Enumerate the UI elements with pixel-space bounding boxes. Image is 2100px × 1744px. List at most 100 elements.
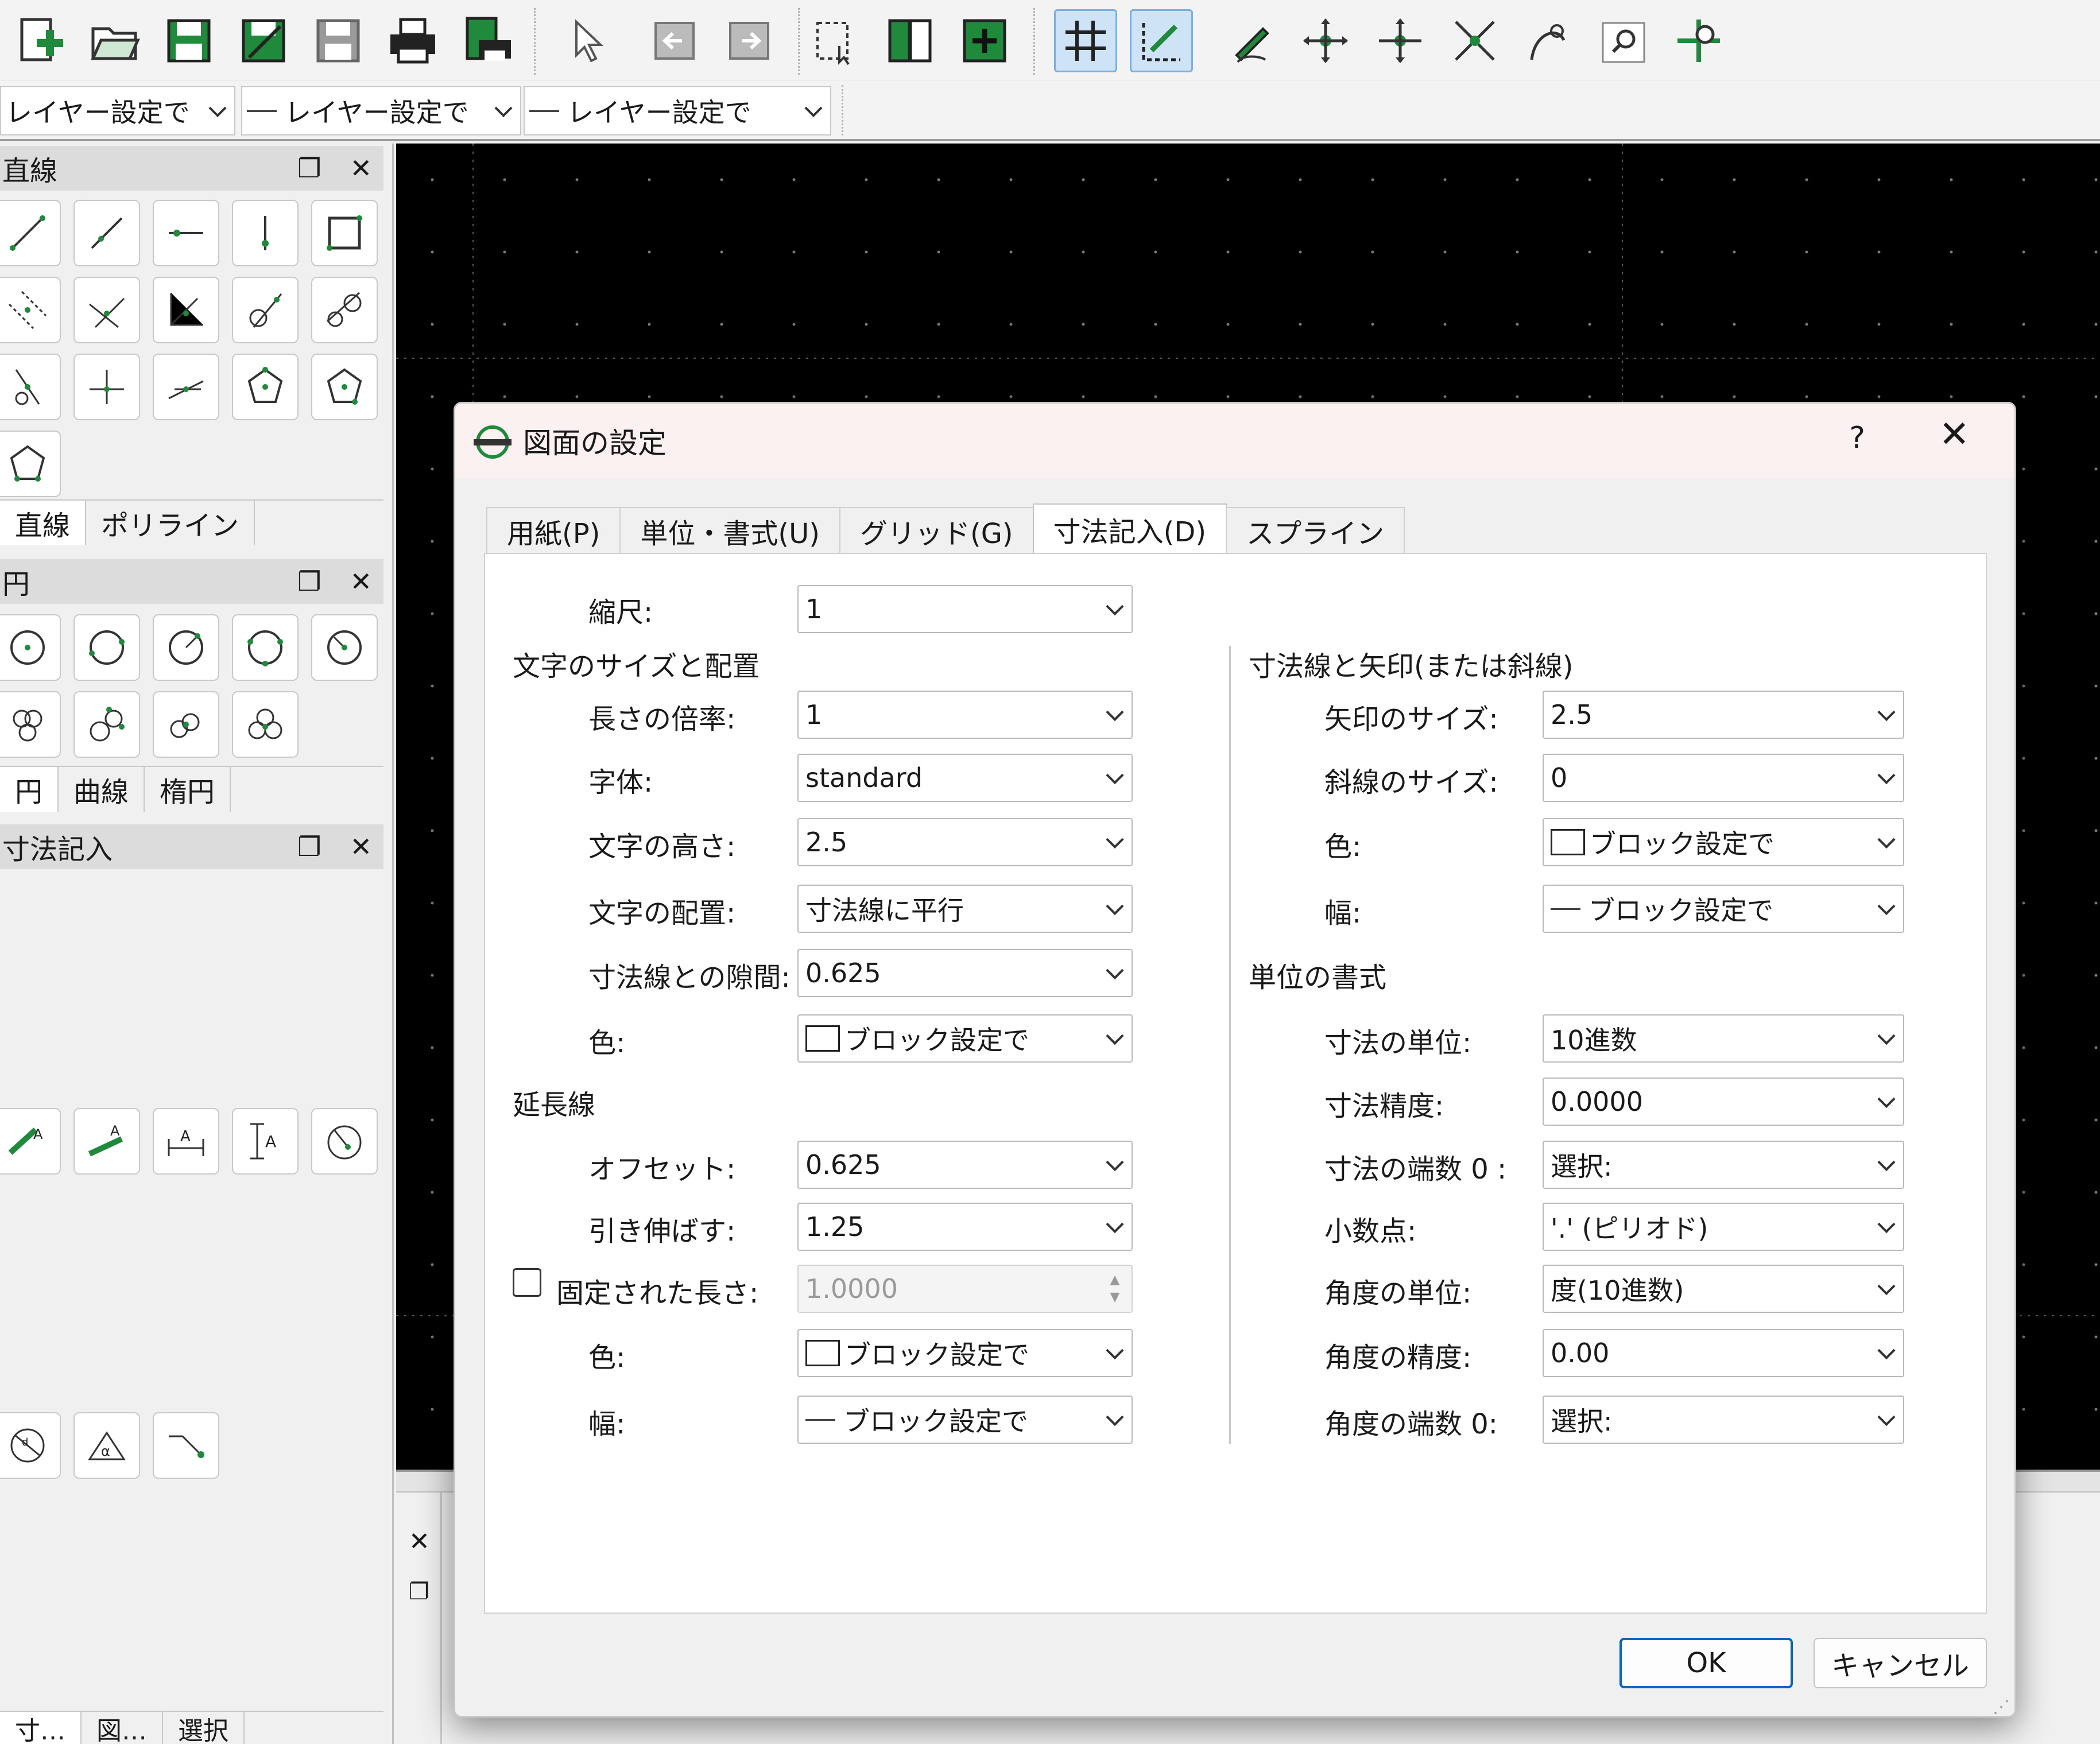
tool-polygon-corner-icon[interactable] <box>311 354 378 420</box>
tool-line-vertical-icon[interactable] <box>232 200 299 266</box>
offset-combo[interactable]: 0.625 <box>797 1141 1133 1189</box>
resize-grip-icon[interactable]: ⋰ <box>1993 1697 2010 1716</box>
font-combo[interactable]: standard <box>797 754 1133 802</box>
scale-icon[interactable] <box>1443 9 1506 72</box>
pen-icon[interactable] <box>1219 9 1283 72</box>
tool-polygon-2p-icon[interactable] <box>0 431 61 497</box>
zoom-window-icon[interactable] <box>1593 9 1656 72</box>
snap-draw-icon[interactable] <box>1130 9 1193 72</box>
tool-perpendicular-icon[interactable] <box>0 354 61 420</box>
tab-grid[interactable]: グリッド(G) <box>839 507 1034 554</box>
tool-circle-3p-icon[interactable] <box>232 614 299 681</box>
angle-precision-combo[interactable]: 0.00 <box>1543 1329 1904 1377</box>
tab-units[interactable]: 単位・書式(U) <box>619 507 840 554</box>
tool-circle-tangent-icon[interactable] <box>311 614 378 681</box>
print-preview-icon[interactable] <box>456 9 519 72</box>
angle-zeros-combo[interactable]: 選択: <box>1543 1396 1904 1444</box>
tool-line-angle-icon[interactable] <box>73 200 140 266</box>
tool-dim-vertical-icon[interactable]: A <box>232 1108 299 1175</box>
fixed-length-checkbox[interactable] <box>513 1268 541 1297</box>
close-icon[interactable]: ✕ <box>350 566 372 597</box>
tab-polyline[interactable]: ポリライン <box>86 501 255 545</box>
tick-size-combo[interactable]: 0 <box>1543 754 1904 802</box>
tool-circle-center-icon[interactable] <box>0 614 61 681</box>
tool-line-2p-icon[interactable] <box>0 200 61 266</box>
text-align-combo[interactable]: 寸法線に平行 <box>797 885 1133 933</box>
ext-color-combo[interactable]: ブロック設定で <box>797 1329 1133 1377</box>
stretch-icon[interactable] <box>1518 9 1581 72</box>
tab-spline[interactable]: スプライン <box>1226 507 1405 554</box>
dim-precision-combo[interactable]: 0.0000 <box>1543 1078 1904 1126</box>
tab-select[interactable]: 選択 <box>163 1712 245 1744</box>
save-as-icon[interactable] <box>232 9 295 72</box>
layer-color-combo[interactable]: レイヤー設定で <box>0 86 235 135</box>
text-color-combo[interactable]: ブロック設定で <box>797 1014 1133 1063</box>
forward-icon[interactable] <box>718 9 781 72</box>
tool-circle-inscribed-icon[interactable] <box>232 691 299 758</box>
arrow-width-combo[interactable]: ブロック設定で <box>1543 885 1904 933</box>
float-icon[interactable]: ❐ <box>297 831 321 862</box>
tool-polygon-center-icon[interactable] <box>232 354 299 420</box>
tool-dim-linear-icon[interactable]: A <box>73 1108 140 1175</box>
tool-dim-radial-icon[interactable] <box>311 1108 378 1175</box>
move-icon[interactable] <box>1369 9 1432 72</box>
tool-dim-horizontal-icon[interactable]: A <box>153 1108 219 1175</box>
tab-line[interactable]: 直線 <box>0 501 87 545</box>
tab-ellipse[interactable]: 楕円 <box>145 767 231 812</box>
tool-rectangle-icon[interactable] <box>311 200 378 266</box>
tool-tangent-2circles-icon[interactable] <box>311 277 378 343</box>
tool-relative-angle-icon[interactable] <box>153 354 219 420</box>
tool-circle-tan3-icon[interactable] <box>73 691 140 758</box>
tool-circle-2p-icon[interactable] <box>73 614 140 681</box>
tab-curve[interactable]: 曲線 <box>59 767 145 812</box>
dim-unit-combo[interactable]: 10進数 <box>1543 1014 1904 1063</box>
fixed-length-spinbox[interactable]: 1.0000 ▲ ▼ <box>797 1265 1133 1313</box>
tool-orthogonal-icon[interactable] <box>73 354 140 420</box>
tab-dimensions[interactable]: 寸法記入(D) <box>1032 503 1227 554</box>
tool-circle-tan2-icon[interactable] <box>0 691 61 758</box>
tab-circle[interactable]: 円 <box>0 767 59 812</box>
back-icon[interactable] <box>643 9 706 72</box>
tool-circle-radius-icon[interactable] <box>153 614 219 681</box>
dim-zeros-combo[interactable]: 選択: <box>1543 1141 1904 1189</box>
print-icon[interactable] <box>381 9 444 72</box>
ext-width-combo[interactable]: ブロック設定で <box>797 1396 1133 1444</box>
float-icon[interactable]: ❐ <box>297 153 321 184</box>
new-file-icon[interactable] <box>8 9 71 72</box>
tool-bisector-icon[interactable] <box>73 277 140 343</box>
decimal-point-combo[interactable]: '.' (ピリオド) <box>1543 1203 1904 1251</box>
ok-button[interactable]: OK <box>1619 1638 1793 1688</box>
select-pointer-icon[interactable] <box>553 9 617 72</box>
length-factor-combo[interactable]: 1 <box>797 691 1133 739</box>
tool-dim-angular-icon[interactable]: α <box>73 1412 140 1479</box>
rotate-icon[interactable] <box>1294 9 1357 72</box>
extend-combo[interactable]: 1.25 <box>797 1203 1133 1251</box>
zoom-pan-icon[interactable] <box>1667 9 1730 72</box>
gap-combo[interactable]: 0.625 <box>797 949 1133 997</box>
tab-dimension[interactable]: 寸… <box>0 1712 82 1744</box>
close-icon[interactable]: ✕ <box>350 153 372 184</box>
close-icon[interactable]: ✕ <box>350 831 372 862</box>
grid-icon[interactable] <box>1054 9 1117 72</box>
save-all-icon[interactable] <box>307 9 370 72</box>
tool-tangent-line-icon[interactable] <box>232 277 299 343</box>
tool-parallel-icon[interactable] <box>0 277 61 343</box>
layer-block-icon[interactable] <box>878 9 941 72</box>
layer-width-combo[interactable]: レイヤー設定で <box>524 86 831 135</box>
close-icon[interactable]: ✕ <box>409 1527 430 1556</box>
angle-unit-combo[interactable]: 度(10進数) <box>1543 1265 1904 1313</box>
tool-angle-line-icon[interactable] <box>153 277 219 343</box>
open-folder-icon[interactable] <box>83 9 146 72</box>
spin-arrows-icon[interactable]: ▲ ▼ <box>1106 1272 1123 1306</box>
layer-linetype-combo[interactable]: レイヤー設定で <box>241 86 521 135</box>
arrow-size-combo[interactable]: 2.5 <box>1543 691 1904 739</box>
tab-paper[interactable]: 用紙(P) <box>486 507 621 554</box>
dialog-close-button[interactable]: ✕ <box>1939 416 1970 453</box>
arrow-color-combo[interactable]: ブロック設定で <box>1543 818 1904 866</box>
add-block-icon[interactable] <box>953 9 1016 72</box>
tool-line-horizontal-icon[interactable] <box>153 200 219 266</box>
scale-combo[interactable]: 1 <box>797 585 1133 633</box>
help-button[interactable]: ? <box>1849 421 1865 455</box>
text-height-combo[interactable]: 2.5 <box>797 818 1133 866</box>
tool-circle-concentric-icon[interactable] <box>153 691 219 758</box>
